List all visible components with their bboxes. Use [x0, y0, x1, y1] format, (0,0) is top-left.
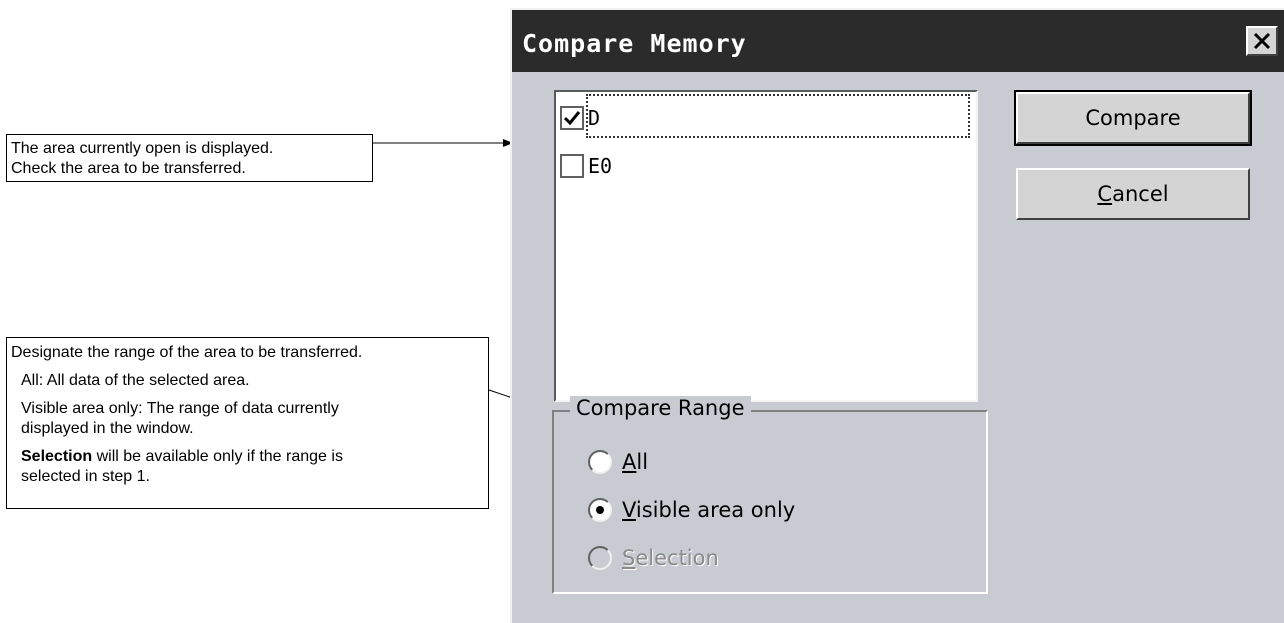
checkmark-icon	[563, 111, 581, 126]
compare-range-title: Compare Range	[570, 396, 751, 420]
cancel-button-label: Cancel	[1097, 182, 1168, 206]
cancel-rest: ancel	[1112, 182, 1169, 206]
radio-selection-label: Selection	[622, 546, 719, 570]
callout-range-selection-b: selected in step 1.	[21, 468, 150, 485]
compare-range-group: Compare Range All Visible area only Sele…	[552, 396, 988, 594]
cancel-mnemonic: C	[1097, 182, 1113, 206]
radio-selected-dot	[596, 506, 604, 514]
area-e0-label: E0	[588, 154, 613, 178]
list-item-e0[interactable]: E0	[560, 146, 612, 186]
radio-all-button[interactable]	[588, 450, 612, 474]
callout-range-visible-a: Visible area only: The range of data cur…	[21, 400, 339, 417]
radio-visible-area-only[interactable]: Visible area only	[588, 498, 795, 522]
callout-selection-bold: Selection	[21, 448, 93, 465]
radio-selection-mnemonic: S	[622, 546, 636, 570]
compare-button[interactable]: Compare	[1014, 90, 1252, 146]
close-icon	[1253, 32, 1271, 50]
radio-all-label: All	[622, 450, 648, 474]
callout-area-line1: The area currently open is displayed.	[11, 140, 274, 157]
radio-all-rest: ll	[636, 450, 649, 474]
focus-rectangle	[586, 94, 970, 138]
radio-all-mnemonic: A	[622, 450, 637, 474]
radio-visible-rest: isible area only	[635, 498, 796, 522]
radio-selection: Selection	[588, 546, 719, 570]
radio-visible-mnemonic: V	[622, 498, 636, 522]
radio-visible-label: Visible area only	[622, 498, 795, 522]
callout-area-line2: Check the area to be transferred.	[11, 160, 246, 177]
area-listbox[interactable]: D E0	[554, 90, 978, 402]
callout-range-line1: Designate the range of the area to be tr…	[11, 344, 363, 361]
cancel-button[interactable]: Cancel	[1016, 168, 1250, 220]
callout-range-selection: Selection will be available only if the …	[11, 447, 488, 467]
dialog-title: Compare Memory	[522, 29, 747, 58]
radio-visible-button[interactable]	[588, 498, 612, 522]
area-d-checkbox[interactable]	[560, 106, 584, 130]
radio-selection-rest: election	[635, 546, 719, 570]
title-bar[interactable]: Compare Memory	[512, 10, 1284, 72]
radio-all[interactable]: All	[588, 450, 648, 474]
close-button[interactable]	[1246, 26, 1278, 56]
compare-memory-dialog: Compare Memory D E0 Compare Cancel Compa…	[510, 8, 1284, 623]
callout-range-all: All: All data of the selected area.	[21, 372, 250, 389]
callout-range-info: Designate the range of the area to be tr…	[6, 337, 489, 509]
area-e0-checkbox[interactable]	[560, 154, 584, 178]
compare-button-label: Compare	[1085, 106, 1181, 130]
callout-range-visible-b: displayed in the window.	[21, 420, 194, 437]
callout-selection-rest: will be available only if the range is	[92, 448, 343, 465]
radio-selection-button	[588, 546, 612, 570]
callout-area-info: The area currently open is displayed. Ch…	[6, 134, 373, 182]
